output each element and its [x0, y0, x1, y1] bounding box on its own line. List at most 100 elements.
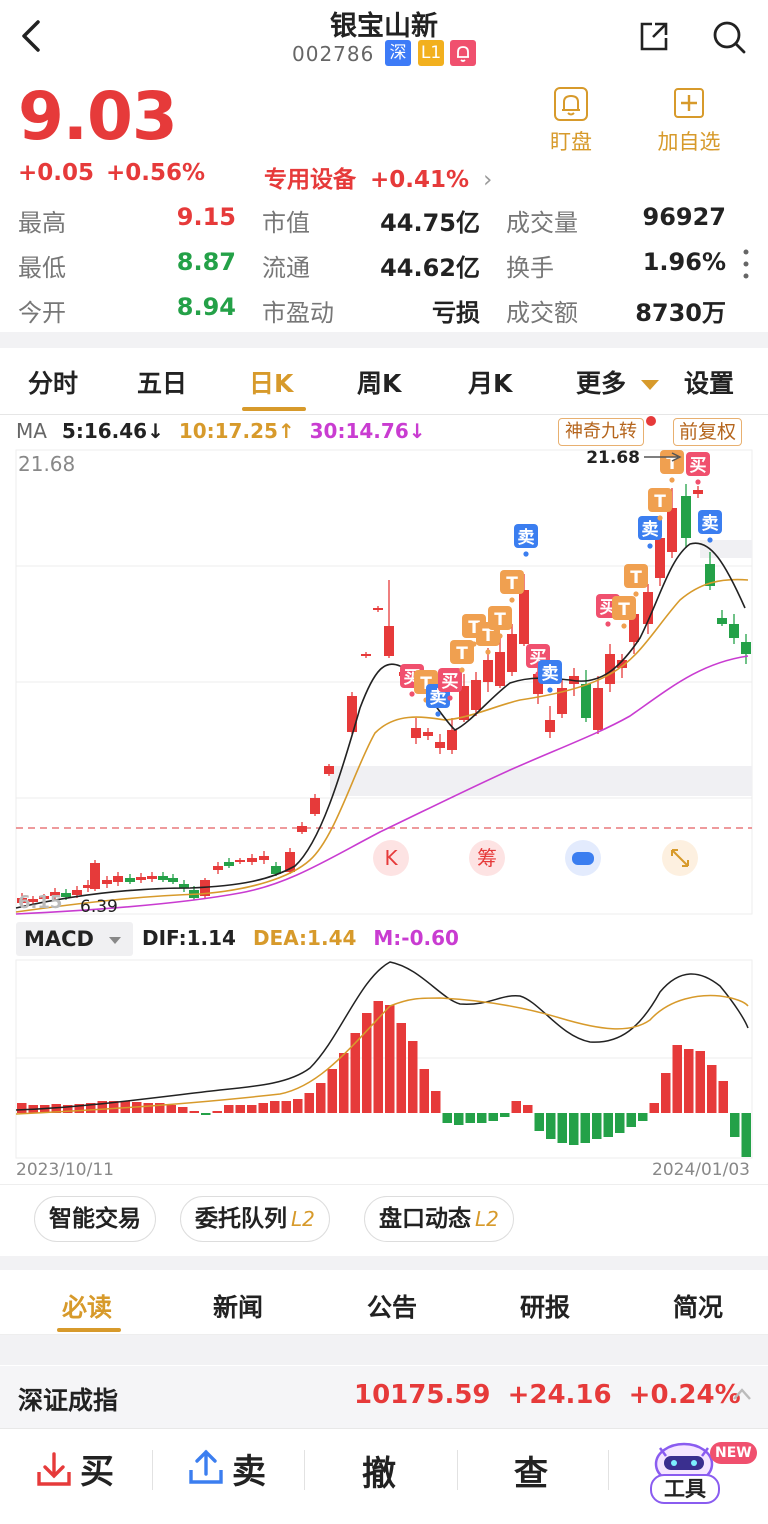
caret-down-icon [109, 936, 122, 944]
share-icon[interactable] [636, 18, 672, 54]
tab-weekly-k[interactable]: 周K [357, 364, 401, 400]
macd-chart[interactable] [0, 958, 768, 1162]
bell-badge-icon[interactable] [450, 40, 476, 66]
macd-bar [454, 1113, 464, 1125]
stat-value: 1.96% [642, 248, 726, 276]
tab-settings[interactable]: 设置 [684, 364, 734, 400]
tab-intraday[interactable]: 分时 [28, 364, 78, 400]
stock-code: 002786 [292, 42, 375, 66]
macd-bar [569, 1113, 579, 1145]
macd-bar [695, 1051, 705, 1113]
signal-dot [633, 591, 639, 597]
candle-body [681, 496, 691, 538]
current-price: 9.03 [18, 78, 178, 155]
sector-name: 专用设备 [264, 167, 356, 193]
macd-bar [592, 1113, 602, 1139]
index-bar[interactable]: 深证成指 10175.59 +24.16 +0.24% [0, 1366, 768, 1428]
chip-order-queue-label: 委托队列 [195, 1206, 287, 1232]
adjust-button[interactable]: 前复权 [673, 418, 743, 446]
nine-turn-button[interactable]: 神奇九转 [558, 418, 644, 446]
chevron-up-icon[interactable] [732, 1386, 752, 1405]
signal-dot [459, 667, 465, 673]
tab-announcements[interactable]: 公告 [367, 1288, 417, 1324]
max-price-marker: 21.68 [586, 448, 640, 468]
section-divider-2 [0, 1256, 768, 1270]
index-values: 10175.59 +24.16 +0.24% [354, 1380, 741, 1410]
macd-bar [385, 1005, 395, 1113]
candle-body [361, 654, 371, 656]
candlestick-chart[interactable]: 买 T卖买TT TTT卖买卖买 TT卖TT 买卖21.686.15 6.39K 筹 [0, 448, 768, 920]
cancel-order-button[interactable]: 撤 [362, 1446, 396, 1495]
signal-dot [497, 633, 503, 639]
query-button[interactable]: 查 [514, 1446, 548, 1495]
macd-bar [224, 1105, 234, 1113]
macd-bar [235, 1105, 245, 1113]
tab-bar-divider [0, 414, 768, 415]
watch-button[interactable]: 盯盘 [546, 86, 596, 156]
sector-link[interactable]: 专用设备 +0.41% › [264, 160, 492, 194]
tools-button[interactable]: 工具 NEW [640, 1436, 757, 1508]
ma30-value: 30:14.76↓ [309, 419, 426, 443]
chip-order-book-tag: L2 [475, 1207, 499, 1231]
add-watchlist-button[interactable]: 加自选 [654, 86, 724, 156]
macd-bar [339, 1053, 349, 1113]
tab-more-label: 更多 [576, 369, 627, 398]
signal-label: 卖 [702, 513, 719, 534]
candle-body [435, 742, 445, 748]
macd-bar [580, 1113, 590, 1143]
tab-profile[interactable]: 简况 [673, 1288, 723, 1324]
signal-label: 卖 [642, 519, 659, 540]
tab-research[interactable]: 研报 [520, 1288, 570, 1324]
signal-label: 买 [690, 456, 707, 476]
chip-order-book[interactable]: 盘口动态 L2 [364, 1196, 514, 1242]
bottom-bar-divider [0, 1428, 768, 1429]
dif-value: DIF:1.14 [142, 926, 236, 950]
signal-label: T [630, 568, 642, 588]
chart-max-axis-label: 21.68 [18, 452, 76, 476]
index-change: +24.16 [507, 1380, 612, 1410]
tab-monthly-k[interactable]: 月K [468, 364, 512, 400]
macd-bar [615, 1113, 625, 1133]
tab-daily-k[interactable]: 日K [249, 364, 293, 400]
more-stats-icon[interactable] [740, 246, 752, 282]
signal-label: T [456, 644, 468, 664]
tab-news[interactable]: 新闻 [213, 1288, 263, 1324]
macd-selector[interactable]: MACD [16, 922, 133, 956]
tab-five-day[interactable]: 五日 [137, 364, 187, 400]
chip-smart-trade-label: 智能交易 [49, 1206, 141, 1232]
stat-label: 成交量 [506, 209, 578, 237]
chip-divider [0, 1184, 768, 1185]
stat-label: 换手 [506, 254, 554, 282]
stat-label: 市盈动 [262, 299, 334, 327]
candle-body [373, 608, 383, 610]
candle-body [519, 590, 529, 644]
macd-bar [304, 1093, 314, 1113]
macd-bar [488, 1113, 498, 1121]
macd-bar [707, 1065, 717, 1113]
chip-order-queue[interactable]: 委托队列 L2 [180, 1196, 330, 1242]
ma5-value: 5:16.46↓ [61, 419, 164, 443]
index-name: 深证成指 [18, 1386, 119, 1415]
search-icon[interactable] [710, 18, 748, 56]
macd-bar [212, 1111, 222, 1113]
candle-body [247, 858, 257, 862]
signal-label: 买 [442, 672, 459, 692]
tab-must-read[interactable]: 必读 [62, 1288, 112, 1324]
candle-body [259, 856, 269, 860]
signal-dot [435, 711, 441, 717]
macd-bar [557, 1113, 567, 1143]
sell-button[interactable]: 卖 [186, 1444, 296, 1494]
candle-body [158, 876, 168, 880]
index-pct: +0.24% [628, 1380, 741, 1410]
candle-body [324, 766, 334, 774]
tab-more[interactable]: 更多 [576, 364, 659, 400]
signal-dot [707, 537, 713, 543]
tools-label: 工具 [664, 1477, 706, 1501]
candle-body [235, 860, 245, 862]
tools-label-box: 工具 [650, 1474, 720, 1504]
chip-smart-trade[interactable]: 智能交易 [34, 1196, 156, 1242]
buy-button[interactable]: 买 [34, 1444, 144, 1494]
chip-order-queue-tag: L2 [291, 1207, 315, 1231]
candle-body [507, 634, 517, 672]
stat-label: 流通 [262, 254, 310, 282]
